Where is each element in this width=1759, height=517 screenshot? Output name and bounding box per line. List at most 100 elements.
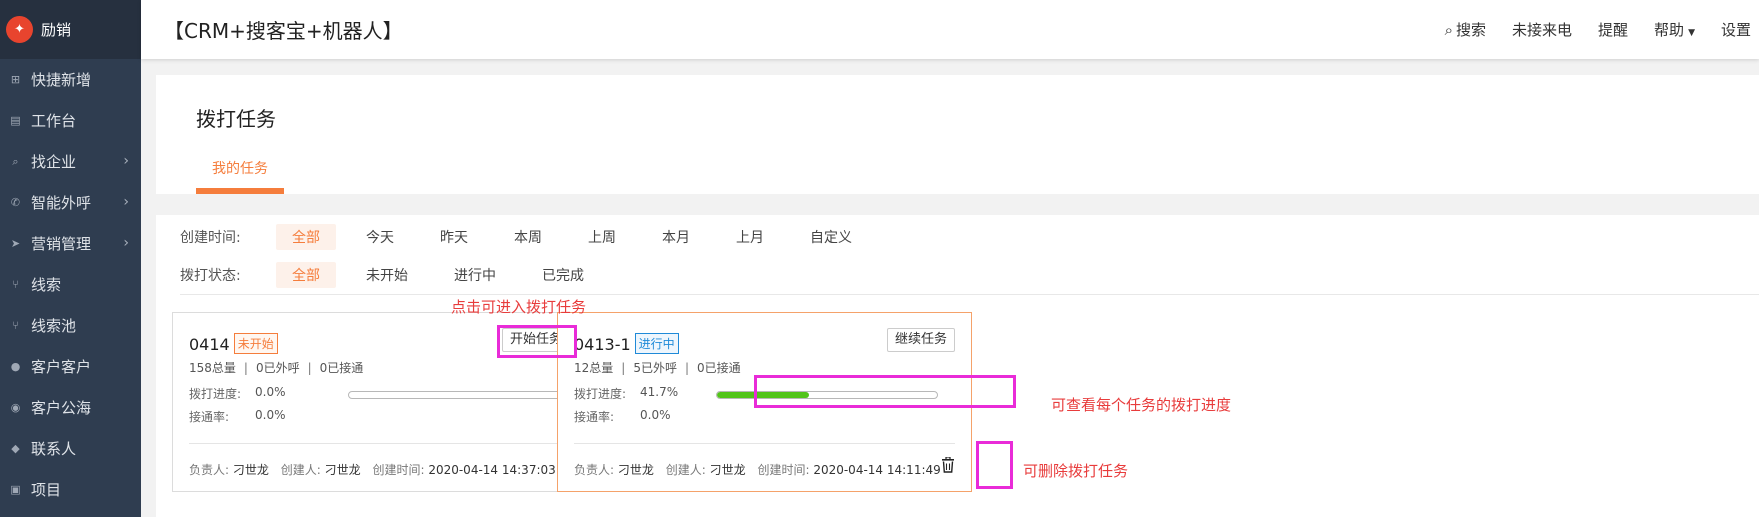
created-time-option[interactable]: 全部 [276, 224, 336, 250]
call-status-option[interactable]: 进行中 [438, 262, 512, 288]
reminders-link[interactable]: 提醒 [1598, 19, 1628, 40]
created-time-label: 创建时间: [372, 463, 425, 477]
app-title: 【CRM+搜客宝+机器人】 [164, 19, 403, 43]
created-time-option[interactable]: 今天 [350, 224, 410, 250]
filter-divider [180, 294, 1759, 295]
progress-value: 41.7% [640, 385, 679, 399]
sidebar-item-5[interactable]: ⑂ 线索 [0, 264, 141, 305]
creator-name: 刁世龙 [324, 463, 361, 477]
sidebar-item-label: 快捷新增 [31, 71, 92, 89]
sidebar: ✦ 励销 ⊞ 快捷新增 ▤ 工作台 ⌕ 找企业 › ✆ 智能外呼 › ➤ 营销管理 › ⑂ 线索 ⑂ 线索池 ● 客… [0, 0, 141, 517]
annotation-enter-task: 点击可进入拨打任务 [451, 298, 587, 316]
sidebar-item-4[interactable]: ➤ 营销管理 › [0, 223, 141, 264]
call-status-option[interactable]: 未开始 [350, 262, 424, 288]
owner-label: 负责人: [574, 463, 615, 477]
created-time-option[interactable]: 自定义 [794, 224, 868, 250]
total-count: 12总量 [574, 361, 614, 375]
send-icon: ➤ [10, 237, 21, 250]
created-time-option[interactable]: 本月 [646, 224, 706, 250]
creator-label: 创建人: [280, 463, 321, 477]
rate-row: 接通率: 0.0% [574, 408, 671, 425]
created-time-option[interactable]: 上月 [720, 224, 780, 250]
call-status-label: 拨打状态: [180, 268, 241, 284]
top-nav: ⌕ 搜索 未接来电 提醒 帮助 ▼ 设置 [1445, 0, 1759, 59]
missed-calls-link[interactable]: 未接来电 [1512, 19, 1572, 40]
sidebar-item-0[interactable]: ⊞ 快捷新增 [0, 59, 141, 100]
status-badge: 进行中 [634, 333, 679, 354]
task-name-row: 0413-1 进行中 [574, 333, 679, 354]
user-icon: ● [10, 360, 21, 373]
topbar: 【CRM+搜客宝+机器人】 ⌕ 搜索 未接来电 提醒 帮助 ▼ 设置 [141, 0, 1759, 59]
progress-row: 拨打进度: 0.0% [189, 385, 286, 402]
owner-name: 刁世龙 [617, 463, 654, 477]
connected-count: 0已接通 [697, 361, 741, 375]
created-time-option[interactable]: 本周 [498, 224, 558, 250]
sidebar-item-label: 项目 [31, 481, 62, 499]
created-time-option[interactable]: 上周 [572, 224, 632, 250]
rate-value: 0.0% [255, 408, 286, 422]
creator-label: 创建人: [665, 463, 706, 477]
plus-square-icon: ⊞ [10, 73, 21, 86]
settings-link[interactable]: 设置 [1721, 19, 1751, 40]
tab-my-tasks[interactable]: 我的任务 [196, 155, 284, 194]
chevron-right-icon: › [123, 153, 129, 169]
call-status-option[interactable]: 全部 [276, 262, 336, 288]
created-time-label: 创建时间: [180, 230, 241, 246]
task-name: 0413-1 [574, 335, 631, 354]
status-badge: 未开始 [233, 333, 278, 354]
search-icon: ⌕ [1444, 21, 1453, 39]
continue-task-button[interactable]: 继续任务 [886, 328, 955, 352]
progress-value: 0.0% [255, 385, 286, 399]
rate-label: 接通率: [574, 410, 615, 424]
search-link[interactable]: ⌕ 搜索 [1445, 19, 1486, 40]
page-header: 拨打任务 我的任务 [156, 75, 1759, 194]
brand[interactable]: ✦ 励销 [0, 0, 141, 59]
help-menu[interactable]: 帮助 ▼ [1654, 19, 1695, 40]
called-count: 5已外呼 [633, 361, 677, 375]
task-footer: 负责人: 刁世龙 创建人: 刁世龙 创建时间: 2020-04-14 14:11… [574, 461, 949, 478]
created-time-option[interactable]: 昨天 [424, 224, 484, 250]
task-name: 0414 [189, 335, 230, 354]
sidebar-item-2[interactable]: ⌕ 找企业 › [0, 141, 141, 182]
branch-icon: ⑂ [12, 278, 19, 291]
created-time-label: 创建时间: [757, 463, 810, 477]
created-time-value: 2020-04-14 14:37:03 [428, 463, 556, 477]
progress-label: 拨打进度: [574, 387, 627, 401]
chat-icon: ◆ [11, 442, 20, 455]
sidebar-item-3[interactable]: ✆ 智能外呼 › [0, 182, 141, 223]
called-count: 0已外呼 [255, 361, 300, 375]
progress-bar [348, 391, 570, 399]
call-status-options: 全部 未开始 进行中 已完成 [276, 262, 614, 288]
call-status-option[interactable]: 已完成 [526, 262, 600, 288]
card-divider [189, 443, 570, 444]
annotation-view-progress: 可查看每个任务的拨打进度 [1051, 396, 1232, 414]
created-time-value: 2020-04-14 14:11:49 [813, 463, 941, 477]
sidebar-menu: ⊞ 快捷新增 ▤ 工作台 ⌕ 找企业 › ✆ 智能外呼 › ➤ 营销管理 › ⑂ 线索 ⑂ 线索池 ● 客户客户 ◉ 客… [0, 59, 141, 510]
creator-name: 刁世龙 [709, 463, 746, 477]
task-name-row: 0414 未开始 [189, 333, 278, 354]
sidebar-item-7[interactable]: ● 客户客户 [0, 346, 141, 387]
card-divider [574, 443, 955, 444]
sidebar-item-10[interactable]: ▣ 项目 [0, 469, 141, 510]
connected-count: 0已接通 [319, 361, 364, 375]
rate-value: 0.0% [640, 408, 671, 422]
chevron-right-icon: › [123, 235, 129, 251]
sidebar-item-1[interactable]: ▤ 工作台 [0, 100, 141, 141]
sidebar-item-6[interactable]: ⑂ 线索池 [0, 305, 141, 346]
search-icon: ⌕ [12, 154, 19, 168]
page-title: 拨打任务 [196, 107, 276, 131]
sidebar-item-label: 线索池 [31, 317, 77, 335]
sidebar-item-label: 工作台 [31, 112, 77, 130]
sidebar-item-label: 营销管理 [31, 235, 92, 253]
highlight-start-button [497, 325, 577, 358]
total-count: 158总量 [189, 361, 236, 375]
users-icon: ◉ [10, 401, 21, 414]
sidebar-item-label: 线索 [31, 276, 62, 294]
created-time-options: 全部 今天 昨天 本周 上周 本月 上月 自定义 [276, 224, 882, 250]
chevron-right-icon: › [123, 194, 129, 210]
trash-icon[interactable] [941, 457, 955, 473]
sidebar-item-8[interactable]: ◉ 客户公海 [0, 387, 141, 428]
rate-label: 接通率: [189, 410, 230, 424]
owner-name: 刁世龙 [232, 463, 269, 477]
sidebar-item-9[interactable]: ◆ 联系人 [0, 428, 141, 469]
